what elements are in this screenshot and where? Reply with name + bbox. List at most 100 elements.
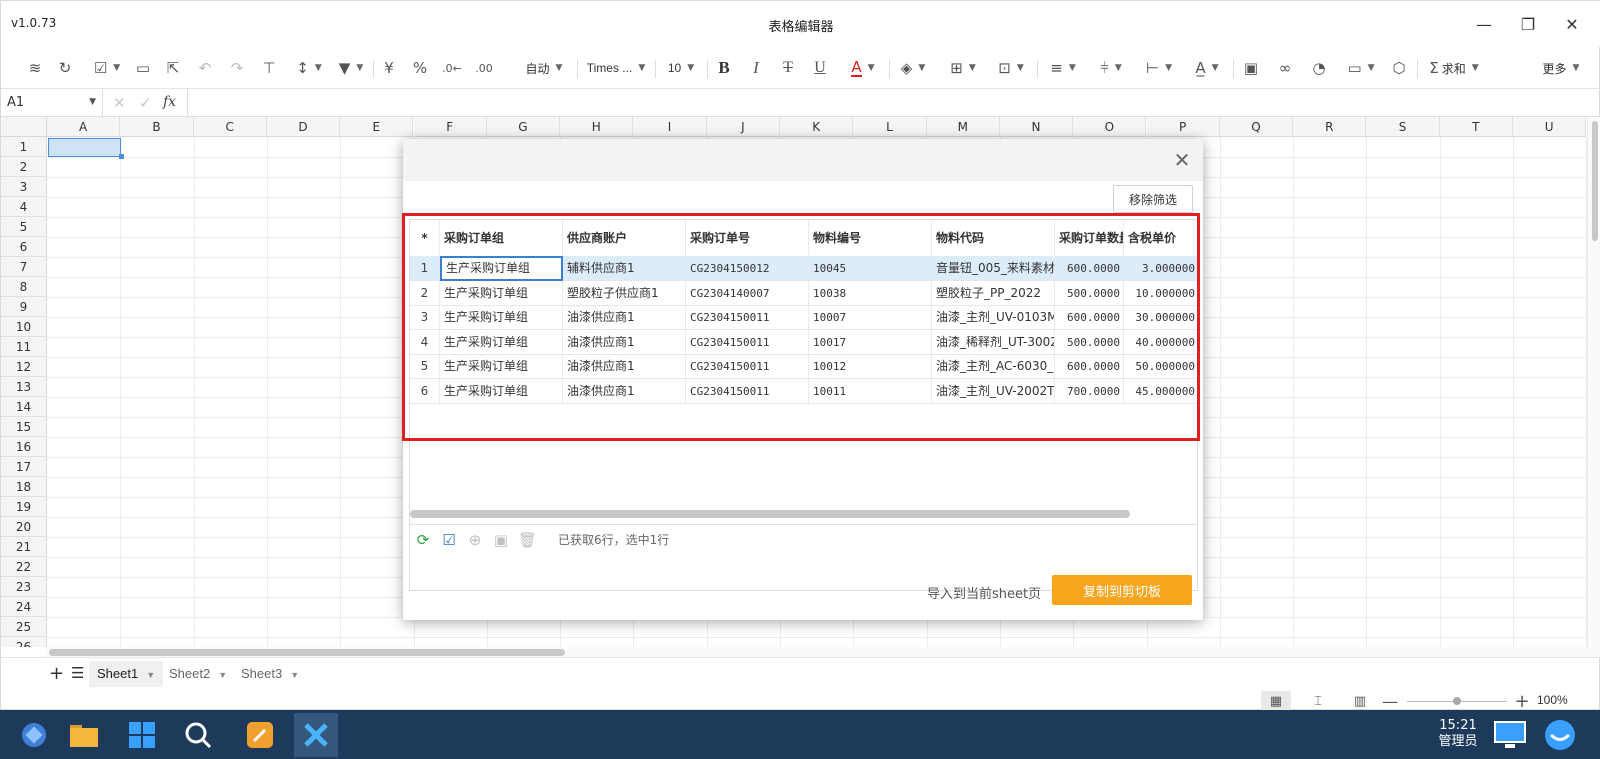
table-column-header[interactable]: 物料代码 [932, 220, 1055, 256]
table-column-header[interactable]: 含税单价 [1124, 220, 1197, 256]
select-all-icon[interactable]: ☑ [440, 531, 458, 549]
function-icon[interactable]: fx [163, 94, 176, 110]
row-header-7[interactable]: 7 [1, 257, 47, 277]
minimize-button[interactable]: — [1469, 11, 1499, 37]
row-header-11[interactable]: 11 [1, 337, 47, 357]
table-cell[interactable]: 生产采购订单组 [440, 305, 563, 331]
row-header-16[interactable]: 16 [1, 437, 47, 457]
zoom-out-icon[interactable]: — [1375, 691, 1405, 711]
table-cell[interactable]: CG2304140007 [686, 280, 809, 306]
table-cell[interactable]: 50.000000 [1124, 354, 1197, 379]
number-format-select[interactable]: 自动 ▼ [516, 56, 572, 80]
zoom-in-icon[interactable]: + [1507, 691, 1537, 712]
row-header-14[interactable]: 14 [1, 397, 47, 417]
insert-chart-icon[interactable]: ◔ [1309, 56, 1329, 80]
name-box[interactable]: A1 ▼ [1, 89, 103, 117]
add-row-icon[interactable]: ⊕ [466, 531, 484, 549]
row-header-22[interactable]: 22 [1, 557, 47, 577]
table-cell[interactable]: 油漆供应商1 [563, 305, 686, 331]
column-header-d[interactable]: D [266, 117, 341, 137]
table-cell[interactable]: 700.0000 [1055, 379, 1124, 404]
start-orb-icon[interactable] [12, 713, 56, 757]
row-header-24[interactable]: 24 [1, 597, 47, 617]
page-layout-view-icon[interactable]: ▥ [1345, 691, 1375, 711]
table-cell[interactable]: 600.0000 [1055, 256, 1124, 281]
normal-view-icon[interactable]: ▦ [1261, 691, 1291, 711]
comment-icon[interactable]: ▭ ▼ [1343, 56, 1379, 80]
underline-icon[interactable]: U [809, 56, 831, 80]
checkbox-insert-icon[interactable]: ☑ ▼ [89, 56, 125, 80]
filter-icon[interactable]: ▼ ▼ [333, 56, 369, 80]
table-cell[interactable]: 油漆供应商1 [563, 379, 686, 404]
table-cell[interactable]: 500.0000 [1055, 280, 1124, 306]
refresh-data-icon[interactable]: ↻ [55, 56, 75, 80]
row-header-2[interactable]: 2 [1, 157, 47, 177]
zoom-slider-knob[interactable] [1453, 697, 1461, 705]
decrease-decimal-icon[interactable]: .0← [441, 56, 463, 80]
row-header-8[interactable]: 8 [1, 277, 47, 297]
table-cell[interactable]: CG2304150011 [686, 354, 809, 380]
copy-to-clipboard-button[interactable]: 复制到剪切板 [1052, 575, 1192, 605]
fill-color-icon[interactable]: ◈ ▼ [895, 56, 931, 80]
table-cell[interactable]: 40.000000 [1124, 330, 1197, 355]
row-header-4[interactable]: 4 [1, 197, 47, 217]
table-row[interactable]: 4 生产采购订单组 油漆供应商1 CG2304150011 10017 油漆_稀释剂_UT… [410, 329, 1197, 355]
file-manager-icon[interactable] [62, 713, 106, 757]
table-cell[interactable]: 油漆供应商1 [563, 329, 686, 355]
table-cell[interactable]: 500.0000 [1055, 329, 1124, 355]
sheet-list-icon[interactable]: ☰ [71, 664, 84, 682]
column-header-a[interactable]: A [47, 117, 121, 137]
page-break-view-icon[interactable]: ⌶ [1303, 691, 1333, 711]
table-cell[interactable]: 3.000000 [1124, 256, 1197, 281]
sum-button[interactable]: Σ 求和 ▼ [1423, 56, 1485, 80]
table-column-header[interactable]: 采购订单号 [686, 220, 809, 256]
select-all-corner[interactable] [1, 117, 47, 137]
table-row[interactable]: 2 生产采购订单组 塑胶粒子供应商1 CG2304140007 10038 塑胶粒子_PP… [410, 280, 1197, 306]
row-header-26[interactable]: 26 [1, 637, 47, 647]
merge-cells-icon[interactable]: ⊡ ▼ [991, 56, 1031, 80]
table-cell[interactable]: CG2304150011 [686, 305, 809, 331]
notes-app-icon[interactable] [238, 713, 282, 757]
increase-decimal-icon[interactable]: .00 [473, 56, 495, 80]
column-header-r[interactable]: R [1293, 117, 1367, 137]
row-header-21[interactable]: 21 [1, 537, 47, 557]
font-family-select[interactable]: Times ... ▼ [582, 56, 650, 80]
row-header-6[interactable]: 6 [1, 237, 47, 257]
spreadsheet-app-icon[interactable] [294, 713, 338, 757]
row-index-cell[interactable]: 2 [410, 280, 440, 306]
table-column-header[interactable]: 采购订单组 [440, 220, 563, 256]
table-cell[interactable]: 10012 [809, 354, 932, 380]
table-cell[interactable]: 油漆_主剂_UV-0103M_ [932, 305, 1055, 331]
table-cell[interactable]: CG2304150011 [686, 329, 809, 355]
table-cell[interactable]: 生产采购订单组 [440, 379, 563, 404]
table-cell[interactable]: 45.000000 [1124, 379, 1197, 404]
table-cell[interactable]: 生产采购订单组 [440, 354, 563, 380]
align-horizontal-icon[interactable]: ≡ ▼ [1043, 56, 1083, 80]
table-cell[interactable]: 塑胶粒子供应商1 [563, 280, 686, 306]
fill-handle[interactable] [119, 154, 124, 159]
column-header-t[interactable]: T [1439, 117, 1513, 137]
undo-icon[interactable]: ↶ [195, 56, 215, 80]
column-header-l[interactable]: L [853, 117, 927, 137]
table-cell[interactable]: 生产采购订单组 [440, 256, 563, 281]
row-header-17[interactable]: 17 [1, 457, 47, 477]
insert-image-icon[interactable]: ▣ [1241, 56, 1261, 80]
table-cell[interactable]: 油漆_稀释剂_UT-3002( [932, 329, 1055, 355]
row-index-cell[interactable]: 6 [410, 379, 440, 404]
italic-icon[interactable]: I [745, 56, 767, 80]
table-cell[interactable]: 600.0000 [1055, 354, 1124, 380]
sheet-tab-1[interactable]: Sheet1 ▼ [89, 661, 164, 687]
table-row[interactable]: 6 生产采购订单组 油漆供应商1 CG2304150011 10011 油漆_主剂_UV-… [410, 379, 1197, 404]
table-column-header[interactable]: 供应商账户 [563, 220, 686, 256]
strikethrough-icon[interactable]: T [777, 56, 799, 80]
column-header-g[interactable]: G [486, 117, 561, 137]
redo-icon[interactable]: ↷ [227, 56, 247, 80]
more-button[interactable]: 更多 ▼ [1533, 56, 1589, 80]
table-cell[interactable]: 生产采购订单组 [440, 280, 563, 306]
column-header-k[interactable]: K [780, 117, 854, 137]
column-header-b[interactable]: B [120, 117, 194, 137]
text-wrap-icon[interactable]: ⊢ ▼ [1139, 56, 1179, 80]
row-header-25[interactable]: 25 [1, 617, 47, 637]
table-column-header[interactable]: 物料编号 [809, 220, 932, 256]
column-header-e[interactable]: E [340, 117, 414, 137]
